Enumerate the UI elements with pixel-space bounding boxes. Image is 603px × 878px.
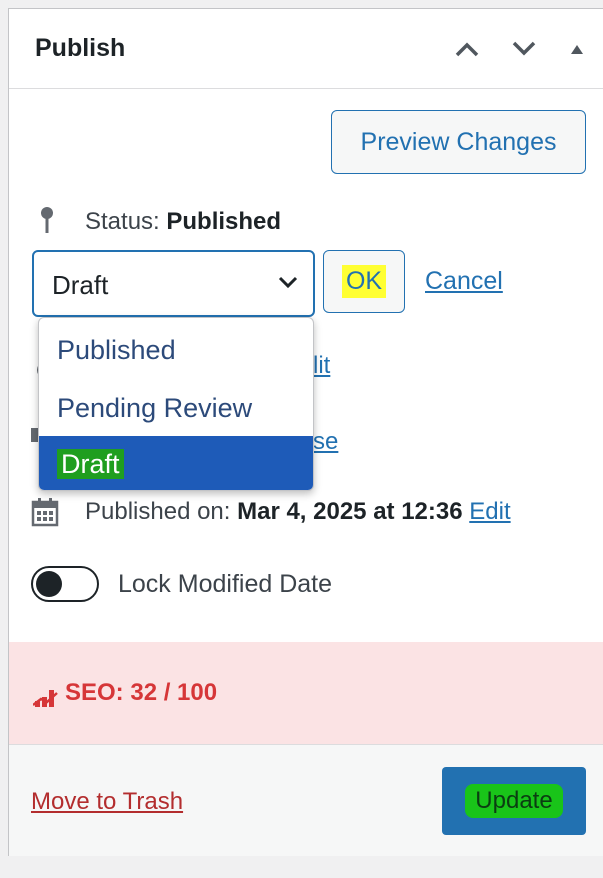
seo-score-band: SEO: 32 / 100 xyxy=(9,642,603,744)
status-row: Status: Published xyxy=(85,208,281,236)
status-label: Status: xyxy=(85,208,167,235)
chevron-up-icon xyxy=(455,42,479,57)
panel-header: Publish xyxy=(9,9,603,89)
move-to-trash-link[interactable]: Move to Trash xyxy=(31,788,183,816)
publish-footer: Move to Trash Update xyxy=(9,744,603,856)
calendar-icon xyxy=(31,498,59,527)
status-value: Published xyxy=(166,208,282,235)
published-on-edit-link[interactable]: Edit xyxy=(469,498,510,525)
status-cancel-link[interactable]: Cancel xyxy=(425,267,503,296)
move-down-button[interactable] xyxy=(506,31,542,67)
update-button-label: Update xyxy=(465,784,563,818)
triangle-up-icon xyxy=(571,45,583,54)
chevron-down-icon xyxy=(512,41,536,56)
status-option-pending-review[interactable]: Pending Review xyxy=(39,380,313,436)
status-dropdown-list: Published Pending Review Draft xyxy=(38,317,314,491)
toggle-knob xyxy=(36,571,62,597)
preview-changes-button[interactable]: Preview Changes xyxy=(331,110,586,174)
update-button[interactable]: Update xyxy=(442,767,586,835)
published-on-value: Mar 4, 2025 at 12:36 xyxy=(237,498,463,525)
ok-label: OK xyxy=(341,265,387,298)
revisions-browse-link[interactable]: se xyxy=(313,428,338,456)
status-option-draft-label: Draft xyxy=(57,449,124,479)
status-select[interactable]: Draft xyxy=(32,250,315,317)
publish-panel: Publish Preview Changes Status: Publishe… xyxy=(8,8,603,856)
seo-score-text: SEO: 32 / 100 xyxy=(65,679,218,706)
status-option-published[interactable]: Published xyxy=(39,322,313,378)
visibility-edit-link[interactable]: lit xyxy=(313,352,330,380)
seo-chart-icon xyxy=(33,690,58,707)
lock-modified-date-toggle[interactable] xyxy=(31,566,99,602)
status-option-draft[interactable]: Draft xyxy=(39,436,313,490)
move-up-button[interactable] xyxy=(449,31,485,67)
published-on-label: Published on: xyxy=(85,498,238,525)
published-on-row: Published on: Mar 4, 2025 at 12:36 Edit xyxy=(85,498,511,526)
collapse-toggle-button[interactable] xyxy=(562,31,592,67)
panel-title: Publish xyxy=(35,34,126,62)
pin-icon xyxy=(41,207,53,233)
chevron-down-icon xyxy=(278,276,298,289)
lock-modified-date-label: Lock Modified Date xyxy=(118,570,333,598)
status-ok-button[interactable]: OK xyxy=(323,250,405,313)
status-select-value: Draft xyxy=(52,270,109,300)
